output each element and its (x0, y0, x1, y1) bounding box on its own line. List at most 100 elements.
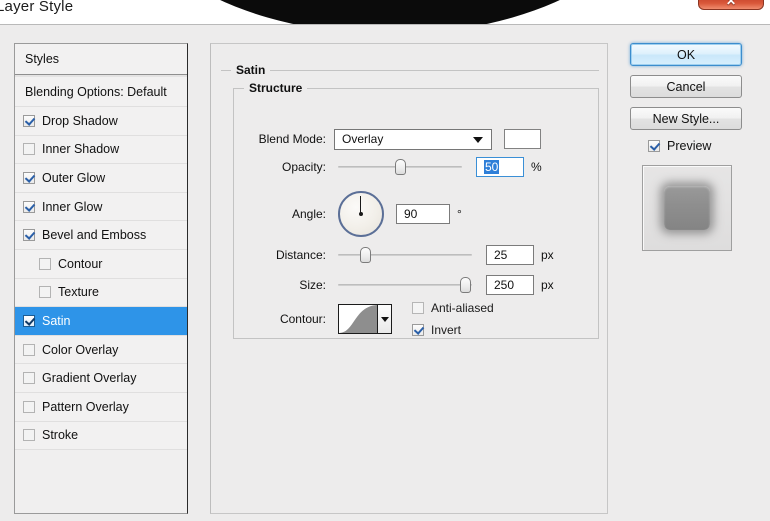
angle-unit: ° (457, 207, 462, 221)
style-checkbox[interactable] (23, 143, 35, 156)
sidebar-item-gradient-overlay[interactable]: Gradient Overlay (15, 364, 187, 393)
contour-preset-picker[interactable] (338, 304, 392, 334)
size-slider[interactable] (338, 276, 472, 294)
opacity-slider[interactable] (338, 158, 462, 176)
dialog-titlebar[interactable]: Layer Style ✕ (0, 0, 770, 24)
sidebar-item-drop-shadow[interactable]: Drop Shadow (15, 107, 187, 136)
invert-row[interactable]: Invert (412, 321, 494, 339)
size-input[interactable]: 250 (486, 275, 534, 295)
new-style-button[interactable]: New Style... (630, 107, 742, 130)
button-column: OK Cancel New Style... Preview (630, 43, 756, 251)
styles-list-panel: Styles Blending Options: Default Drop Sh… (14, 43, 188, 514)
sidebar-item-outer-glow[interactable]: Outer Glow (15, 164, 187, 193)
opacity-row: Opacity: 50 % (234, 157, 580, 177)
size-value: 250 (494, 278, 515, 292)
close-icon[interactable]: ✕ (698, 0, 764, 10)
sidebar-item-stroke[interactable]: Stroke (15, 421, 187, 451)
size-row: Size: 250 px (234, 275, 580, 295)
contour-curve-icon (339, 305, 378, 333)
size-slider-track (338, 284, 472, 286)
style-checkbox[interactable] (23, 229, 35, 242)
invert-label: Invert (431, 323, 462, 337)
style-checkbox[interactable] (23, 200, 35, 213)
angle-dial-center (359, 212, 363, 216)
size-slider-thumb[interactable] (460, 277, 472, 293)
style-checkbox[interactable] (23, 400, 35, 413)
anti-aliased-checkbox[interactable] (412, 302, 424, 314)
style-item-label: Inner Shadow (42, 142, 120, 157)
distance-unit: px (541, 248, 554, 262)
cancel-button[interactable]: Cancel (630, 75, 742, 98)
style-checkbox[interactable] (23, 314, 35, 327)
blend-mode-label: Blend Mode: (258, 132, 326, 146)
preview-toggle-row[interactable]: Preview (648, 139, 756, 153)
style-item-label: Stroke (42, 428, 79, 443)
contour-row: Contour: Anti-aliased Invert (234, 301, 580, 337)
angle-dial[interactable] (338, 191, 384, 237)
sidebar-item-contour[interactable]: Contour (15, 249, 187, 279)
style-item-label: Gradient Overlay (42, 371, 137, 386)
style-checkbox[interactable] (39, 286, 51, 299)
chevron-down-icon (473, 137, 483, 143)
style-checkbox[interactable] (39, 257, 51, 270)
style-checkbox[interactable] (23, 372, 35, 385)
style-item-label: Color Overlay (42, 342, 119, 357)
contour-checkbox-column: Anti-aliased Invert (412, 299, 494, 339)
angle-label: Angle: (291, 207, 326, 221)
distance-slider-thumb[interactable] (359, 247, 371, 263)
satin-options-panel: Satin Structure Blend Mode: Overlay Opac… (210, 43, 608, 514)
dialog-title: Layer Style (0, 0, 74, 15)
invert-checkbox[interactable] (412, 324, 424, 336)
style-checkbox[interactable] (23, 114, 35, 127)
anti-aliased-label: Anti-aliased (431, 301, 494, 315)
preview-shape (664, 186, 710, 230)
style-item-label: Inner Glow (42, 199, 103, 214)
blend-color-swatch[interactable] (504, 129, 541, 149)
sidebar-item-color-overlay[interactable]: Color Overlay (15, 335, 187, 365)
distance-slider[interactable] (338, 246, 472, 264)
contour-dropdown-button[interactable] (378, 305, 391, 333)
close-glyph: ✕ (725, 0, 737, 8)
sidebar-item-texture[interactable]: Texture (15, 278, 187, 308)
style-checkbox[interactable] (23, 171, 35, 184)
style-item-label: Bevel and Emboss (42, 228, 147, 243)
opacity-input[interactable]: 50 (476, 157, 524, 177)
style-checkbox[interactable] (23, 429, 35, 442)
opacity-slider-thumb[interactable] (395, 159, 406, 175)
preview-checkbox[interactable] (648, 140, 660, 152)
angle-value: 90 (404, 207, 418, 221)
style-item-label: Outer Glow (42, 170, 106, 185)
anti-aliased-row[interactable]: Anti-aliased (412, 299, 494, 317)
distance-value: 25 (494, 248, 508, 262)
preview-label: Preview (667, 139, 712, 153)
sidebar-item-blending-options[interactable]: Blending Options: Default (15, 77, 187, 107)
blend-mode-row: Blend Mode: Overlay (234, 128, 580, 150)
blend-mode-value: Overlay (342, 132, 384, 146)
chevron-down-icon (380, 316, 389, 322)
satin-group-title: Satin (231, 63, 271, 77)
sidebar-item-inner-glow[interactable]: Inner Glow (15, 192, 187, 222)
sidebar-item-inner-shadow[interactable]: Inner Shadow (15, 135, 187, 165)
structure-group: Structure Blend Mode: Overlay Opacity: 5… (233, 81, 599, 339)
angle-row: Angle: 90 ° (234, 189, 580, 239)
sidebar-item-bevel-and-emboss[interactable]: Bevel and Emboss (15, 221, 187, 250)
sidebar-item-pattern-overlay[interactable]: Pattern Overlay (15, 392, 187, 422)
style-checkbox[interactable] (23, 343, 35, 356)
sidebar-item-satin[interactable]: Satin (15, 307, 187, 336)
angle-dial-wrap (334, 189, 396, 239)
layer-style-dialog: Layer Style ✕ Styles Blending Options: D… (0, 0, 770, 521)
style-item-label: Contour (58, 256, 103, 271)
contour-curve-thumbnail (339, 305, 379, 333)
style-item-label: Drop Shadow (42, 113, 118, 128)
opacity-label: Opacity: (281, 160, 326, 174)
style-item-label: Satin (42, 313, 71, 328)
preview-thumbnail (642, 165, 732, 251)
contour-label: Contour: (279, 312, 326, 326)
distance-input[interactable]: 25 (486, 245, 534, 265)
styles-list-items: Drop Shadow Inner Shadow Outer Glow Inner G… (15, 107, 187, 451)
ok-button[interactable]: OK (630, 43, 742, 66)
styles-list-header: Styles (15, 44, 187, 75)
blend-mode-select[interactable]: Overlay (334, 128, 492, 150)
blending-options-label: Blending Options: Default (25, 84, 167, 99)
angle-input[interactable]: 90 (396, 204, 450, 224)
